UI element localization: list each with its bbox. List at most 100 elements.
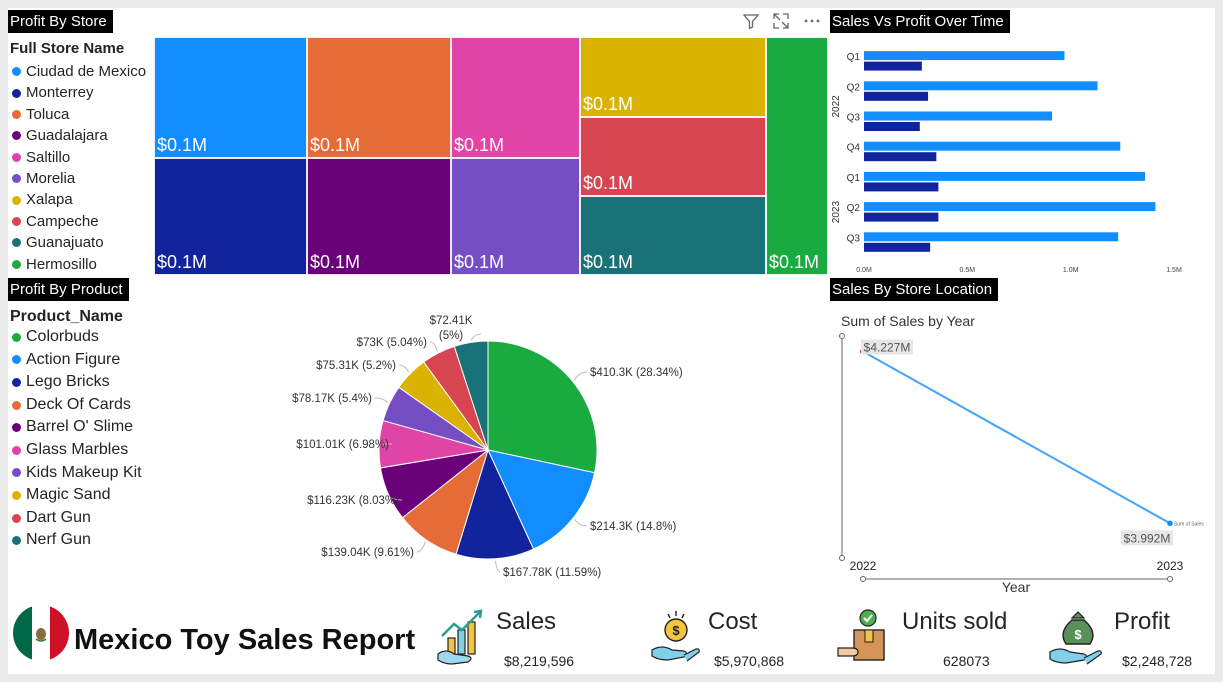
- treemap-cell-label: $0.1M: [583, 173, 634, 193]
- treemap-cell[interactable]: $0.1M: [307, 158, 451, 275]
- pie-leader-line: [494, 560, 501, 573]
- treemap-cell-label: $0.1M: [454, 252, 505, 272]
- store-legend-item[interactable]: Monterrey: [12, 82, 146, 103]
- y-axis-handle: [839, 555, 845, 561]
- store-legend-title: Full Store Name: [10, 40, 125, 57]
- quarter-label: Q3: [847, 233, 861, 244]
- treemap-cell[interactable]: $0.1M: [580, 117, 766, 196]
- sales-bar: [864, 51, 1065, 61]
- pie-data-label: (5%): [439, 330, 463, 342]
- profit-by-store-title: Profit By Store: [8, 10, 113, 33]
- store-legend-item[interactable]: Guanajuato: [12, 232, 146, 253]
- legend-marker: [12, 238, 21, 248]
- store-legend-label: Ciudad de Mexico: [26, 63, 147, 80]
- treemap-cell[interactable]: $0.1M: [451, 37, 580, 158]
- x-tick-label: 2022: [850, 559, 877, 573]
- store-legend-item[interactable]: Hermosillo: [12, 254, 146, 275]
- more-options-icon[interactable]: [802, 12, 822, 35]
- x-axis-title: Year: [1002, 579, 1031, 595]
- sales-by-location-panel[interactable]: Sales By Store Location Sum of Sales by …: [830, 278, 1215, 596]
- pie-leader-line: [374, 397, 389, 403]
- store-legend-label: Morelia: [26, 170, 76, 188]
- treemap-cell[interactable]: $0.1M: [766, 37, 828, 275]
- profit-bar: [864, 91, 929, 101]
- x-tick-label: 1.5M: [1166, 267, 1182, 274]
- pie-leader-line: [574, 519, 588, 527]
- quarter-label: Q1: [847, 173, 861, 184]
- pie-leader-line: [573, 371, 588, 381]
- sales-line: [862, 350, 1171, 525]
- profit-bar: [864, 212, 939, 222]
- pie-leader-line: [470, 333, 482, 341]
- treemap-cell[interactable]: $0.1M: [580, 196, 766, 275]
- pie-data-label: $139.04K (9.61%): [321, 547, 414, 559]
- kpi-cost-value: $5,970,868: [714, 653, 785, 669]
- focus-mode-icon[interactable]: [772, 12, 790, 35]
- series-end-label: Sum of Sales: [1174, 521, 1204, 527]
- sales-bar: [864, 141, 1121, 151]
- package-check-icon: [837, 609, 885, 661]
- store-legend-label: Guadalajara: [26, 127, 108, 145]
- profit-bar: [864, 152, 937, 162]
- profit-by-store-panel[interactable]: Profit By Store Full Store Name Ciudad d…: [8, 10, 828, 278]
- kpi-profit: $ Profit $2,248,728: [1048, 604, 1215, 672]
- kpi-sales-label: Sales: [496, 608, 557, 635]
- line-point: [1167, 520, 1173, 527]
- store-legend-label: Hermosillo: [26, 255, 97, 273]
- pie-data-label: $78.17K (5.4%): [292, 393, 372, 405]
- store-legend-label: Guanajuato: [26, 234, 104, 252]
- x-tick-label: 2023: [1157, 559, 1184, 573]
- store-legend-item[interactable]: Toluca: [12, 104, 146, 125]
- filter-icon[interactable]: [742, 12, 760, 35]
- treemap-cell-label: $0.1M: [310, 252, 361, 272]
- svg-text:$: $: [1074, 627, 1082, 642]
- line-data-label: $4.227M: [864, 341, 911, 355]
- pie-data-label: $167.78K (11.59%): [503, 567, 601, 579]
- store-legend-label: Xalapa: [26, 191, 73, 209]
- legend-marker: [12, 110, 21, 120]
- x-tick-label: 0.5M: [960, 267, 976, 274]
- sales-vs-profit-panel[interactable]: Sales Vs Profit Over Time Q1 Q2 Q3 Q4 2022 Q1…: [830, 10, 1215, 280]
- treemap-cell-label: $0.1M: [310, 135, 361, 155]
- legend-marker: [12, 195, 21, 205]
- store-legend-item[interactable]: Xalapa: [12, 189, 146, 210]
- x-tick-label: 1.0M: [1063, 267, 1079, 274]
- x-axis-handle: [860, 576, 866, 582]
- treemap-cell[interactable]: $0.1M: [580, 37, 766, 117]
- store-legend-item[interactable]: Campeche: [12, 211, 146, 232]
- quarter-label: Q3: [847, 113, 861, 124]
- legend-marker: [12, 67, 21, 77]
- sales-bar: [864, 81, 1098, 91]
- treemap-cell-label: $0.1M: [583, 252, 634, 272]
- store-legend-item[interactable]: Ciudad de Mexico: [12, 61, 146, 82]
- profit-treemap: $0.1M $0.1M $0.1M $0.1M $0.1M $0.1M $0.1M $0.1M…: [154, 37, 828, 275]
- year-label: 2023: [831, 201, 842, 224]
- pie-data-label: $101.01K (6.98%): [296, 439, 389, 451]
- profit-bar: [864, 61, 922, 71]
- pie-data-label: $73K (5.04%): [357, 337, 427, 349]
- kpi-profit-label: Profit: [1114, 608, 1171, 635]
- store-legend-item[interactable]: Guadalajara: [12, 125, 146, 146]
- store-legend-item[interactable]: Morelia: [12, 168, 146, 189]
- kpi-profit-value: $2,248,728: [1122, 653, 1193, 669]
- treemap-cell[interactable]: $0.1M: [154, 37, 307, 158]
- kpi-units-value: 628073: [943, 653, 990, 669]
- profit-bar: [864, 122, 920, 131]
- treemap-cell-label: $0.1M: [157, 135, 208, 155]
- sales-bar: [864, 171, 1146, 181]
- treemap-cell[interactable]: $0.1M: [307, 37, 451, 158]
- treemap-cell[interactable]: $0.1M: [451, 158, 580, 275]
- profit-pie-chart: $410.3K (28.34%) $214.3K (14.8%) $167.78K …: [292, 315, 683, 579]
- line-chart-subtitle: Sum of Sales by Year: [841, 313, 975, 329]
- report-footer: Mexico Toy Sales Report Sales $8,219,596…: [8, 596, 1215, 674]
- pie-data-label: $214.3K (14.8%): [590, 521, 676, 533]
- profit-by-product-panel[interactable]: Profit By Product Product_Name Colorbuds…: [8, 278, 828, 596]
- store-legend-item[interactable]: Saltillo: [12, 147, 146, 168]
- treemap-cell[interactable]: $0.1M: [154, 158, 307, 275]
- treemap-cell-label: $0.1M: [769, 252, 820, 272]
- pie-data-label: $72.41K: [430, 315, 473, 327]
- x-axis-handle: [1167, 576, 1173, 582]
- treemap-cell-label: $0.1M: [157, 252, 208, 272]
- kpi-sales: Sales $8,219,596: [436, 604, 636, 672]
- store-legend-label: Toluca: [26, 105, 70, 123]
